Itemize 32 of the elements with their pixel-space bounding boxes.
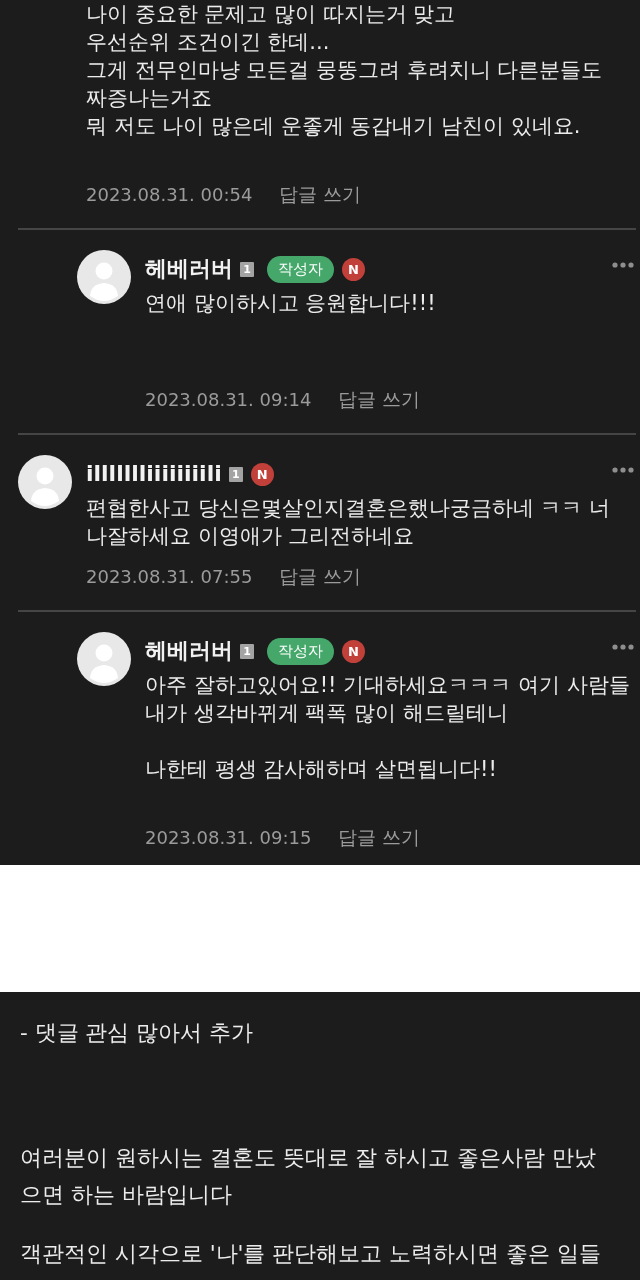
author-name: 헤베러버	[145, 637, 233, 665]
post-text: - 댓글 관심 많아서 추가	[20, 1019, 255, 1047]
author-name: illllllliiiiiiiili	[86, 460, 222, 488]
comment-date: 2023.08.31. 00:54	[86, 183, 253, 205]
author-badge: 작성자	[267, 637, 334, 665]
level-badge: 1	[240, 643, 254, 659]
level-badge: 1	[240, 261, 254, 277]
comment-text: 아주 잘하고있어요!! 기대하세요ㅋㅋㅋ 여기 사람들 내가 생각바뀌게 팩폭 많이 해드릴테니 나한테 평생 감사해하며 살면됩니다!!	[145, 672, 631, 783]
comment-date: 2023.08.31. 09:14	[145, 388, 312, 410]
reply-link[interactable]: 답글 쓰기	[279, 181, 362, 207]
post-text: 객관적인 시각으로 '나'를 판단해보고 노력하시면 좋은 일들	[20, 1240, 602, 1268]
new-badge: N	[342, 639, 365, 663]
comment-text: 나이 중요한 문제고 많이 따지는거 맞고 우선순위 조건이긴 한데... 그게 전무인마냥 모든걸 뭉뚱그려 후려치니 다른분들도 짜증나는거죠 뭐 저도 나이 많은데 운좋게 동갑내기 남친이 있네요.	[86, 1, 604, 140]
level-badge: 1	[228, 466, 243, 482]
reply-link[interactable]: 답글 쓰기	[279, 563, 362, 589]
new-badge: N	[342, 257, 365, 281]
comment-date: 2023.08.31. 07:55	[86, 565, 253, 587]
more-icon[interactable]	[612, 644, 634, 650]
avatar-icon	[77, 632, 131, 686]
author-badge: 작성자	[267, 255, 334, 283]
author-name: 헤베러버	[145, 255, 233, 283]
post-text: 여러분이 원하시는 결혼도 뜻대로 잘 하시고 좋은사람 만났 으면 하는 바람입니다	[20, 1144, 597, 1209]
more-icon[interactable]	[612, 467, 634, 473]
avatar-icon	[77, 250, 131, 304]
comment-text: 연애 많이하시고 응원합니다!!!	[145, 290, 437, 317]
reply-link[interactable]: 답글 쓰기	[338, 386, 421, 412]
reply-link[interactable]: 답글 쓰기	[338, 824, 421, 850]
more-icon[interactable]	[612, 262, 634, 268]
avatar-icon	[18, 455, 72, 509]
comment-text: 편협한사고 당신은몇살인지결혼은했나궁금하네 ㅋㅋ 너 나잘하세요 이영애가 그리전하네요	[86, 495, 612, 550]
new-badge: N	[250, 462, 274, 486]
comment-date: 2023.08.31. 09:15	[145, 826, 312, 848]
